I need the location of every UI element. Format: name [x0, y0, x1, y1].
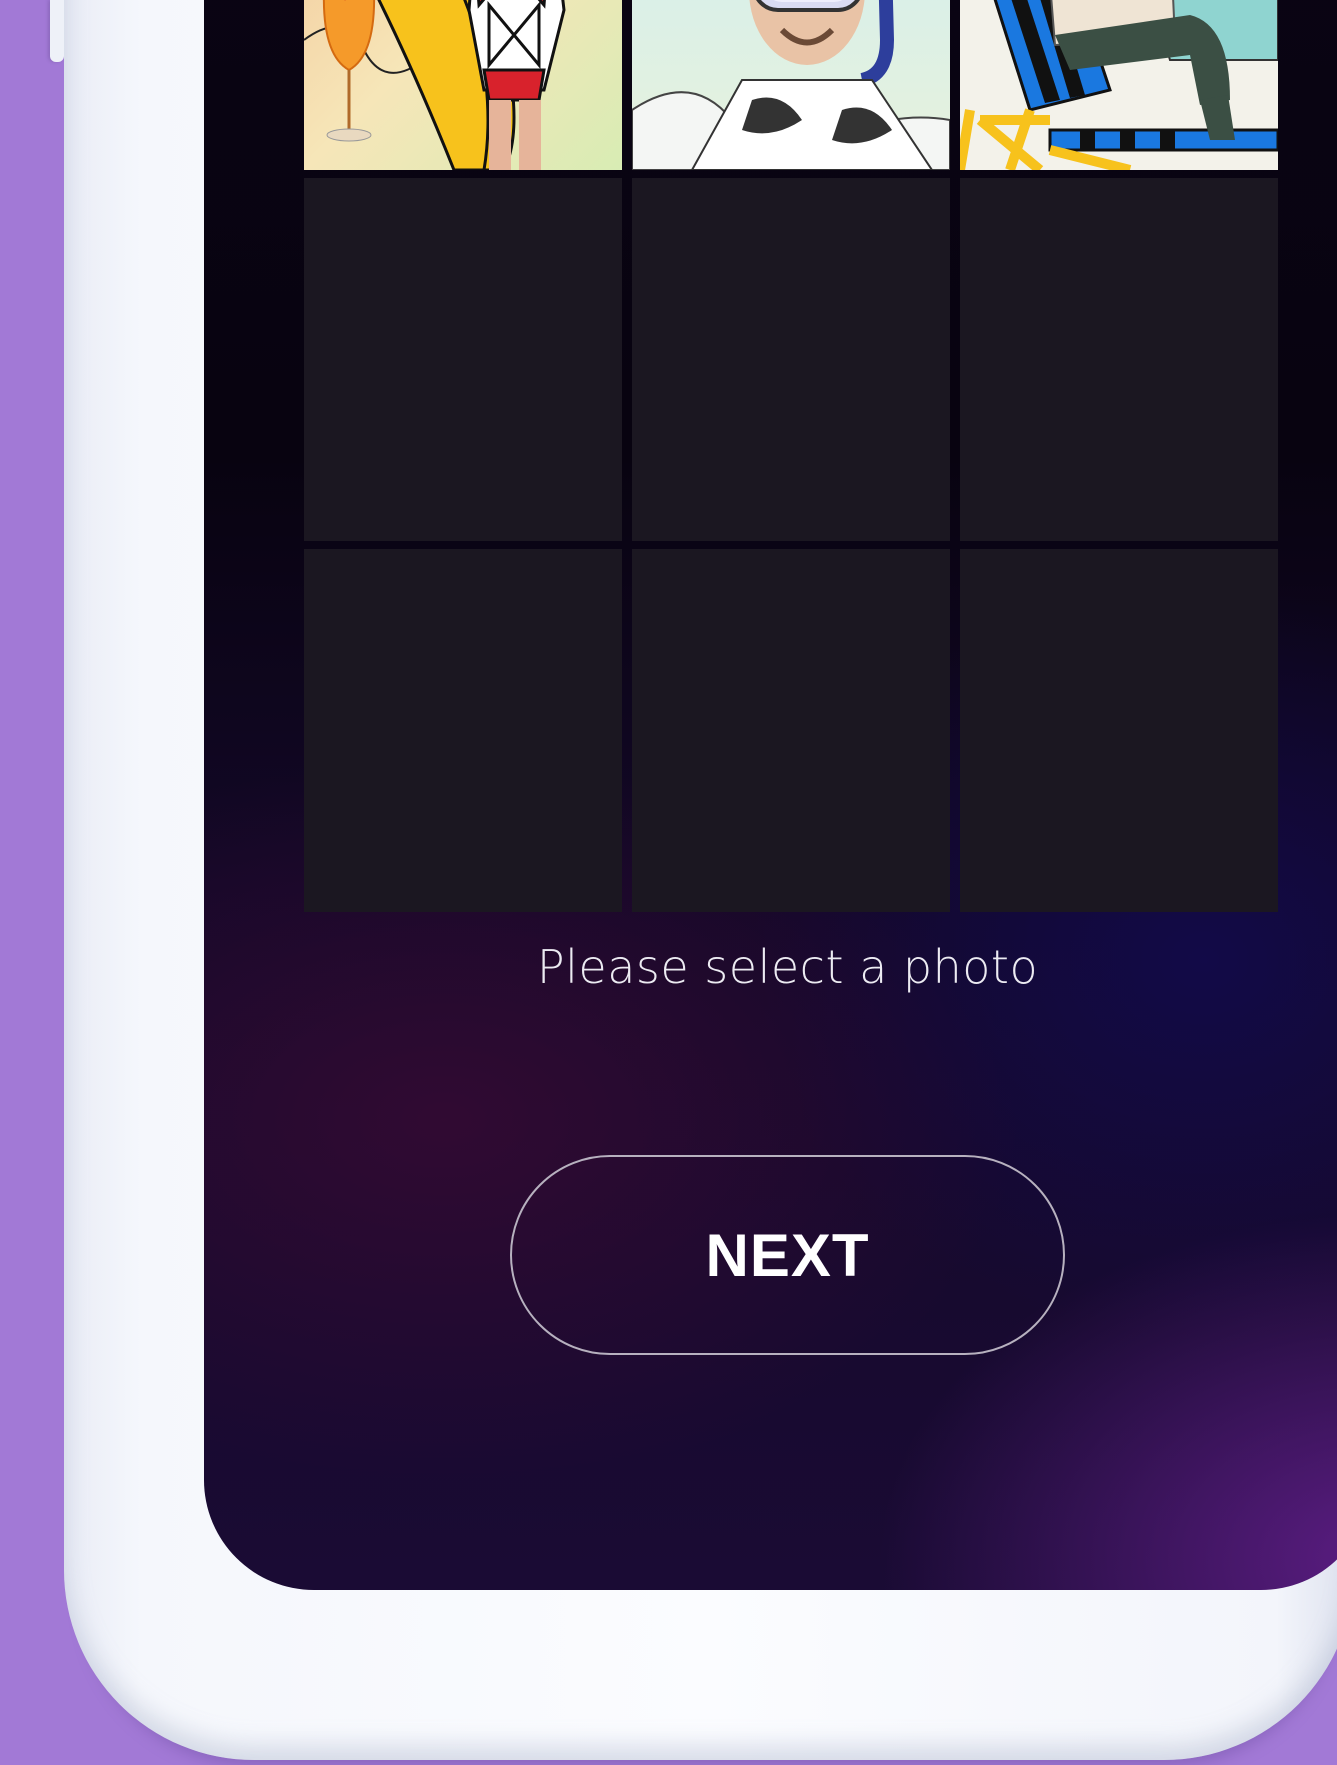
photo-grid	[304, 0, 1279, 912]
photo-slot-empty[interactable]	[960, 549, 1278, 912]
photo-slot-empty[interactable]	[304, 549, 622, 912]
phone-screen: Please select a photo NEXT	[204, 0, 1337, 1590]
next-button[interactable]: NEXT	[510, 1155, 1065, 1355]
photo-slot-empty[interactable]	[632, 549, 950, 912]
surfer-woman-comic-photo-icon	[304, 0, 622, 170]
phone-side-button	[50, 0, 64, 62]
snorkel-diver-comic-photo-icon	[632, 0, 950, 170]
select-photo-prompt: Please select a photo	[536, 940, 1039, 994]
photo-thumbnail-beach-chair[interactable]	[960, 0, 1278, 170]
beach-chair-woman-comic-photo-icon	[960, 0, 1278, 170]
photo-slot-empty[interactable]	[632, 178, 950, 541]
photo-slot-empty[interactable]	[960, 178, 1278, 541]
photo-thumbnail-snorkel[interactable]	[632, 0, 950, 170]
photo-slot-empty[interactable]	[304, 178, 622, 541]
photo-thumbnail-surfer[interactable]	[304, 0, 622, 170]
phone-frame: Please select a photo NEXT	[64, 0, 1337, 1760]
